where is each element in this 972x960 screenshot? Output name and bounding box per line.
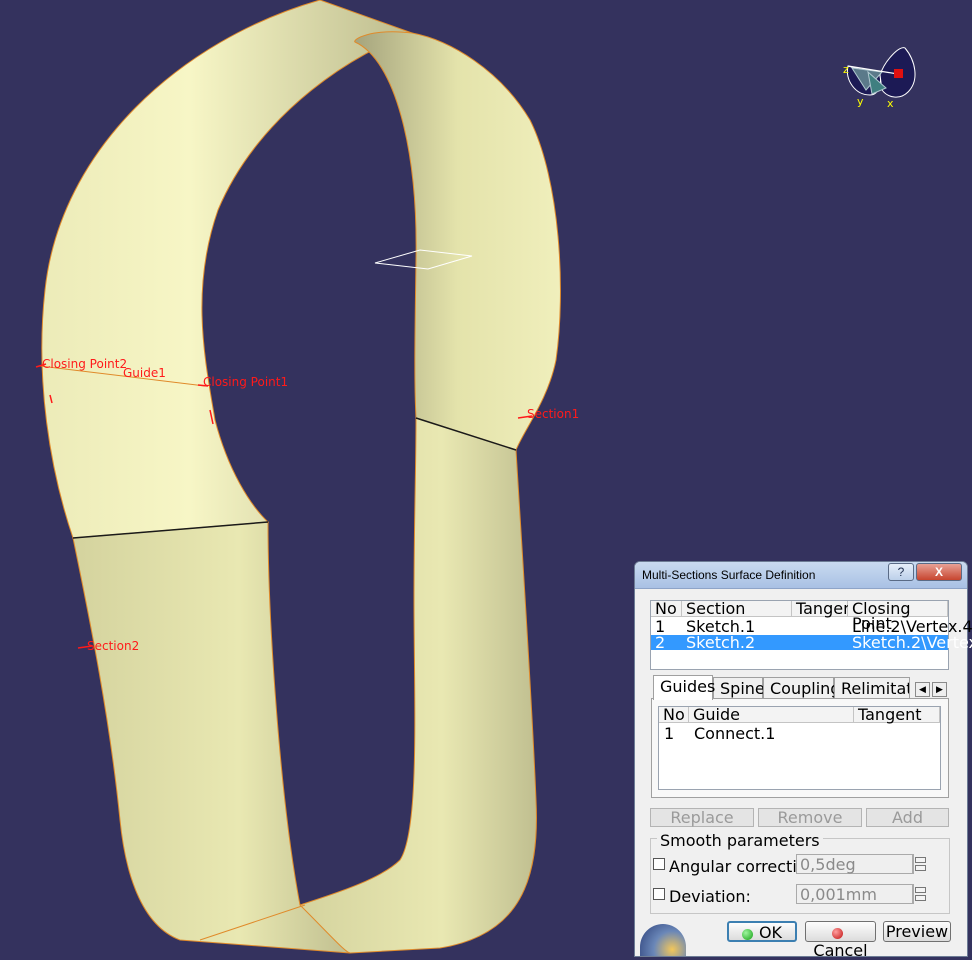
deviation-label: Deviation: bbox=[669, 887, 751, 906]
row-section: Sketch.2 bbox=[686, 633, 756, 652]
compass-z-label: z bbox=[843, 63, 849, 76]
help-button[interactable]: ? bbox=[888, 563, 914, 581]
closing-point2-label[interactable]: Closing Point2 bbox=[42, 357, 127, 371]
tab-scroll-right-icon[interactable]: ▶ bbox=[932, 682, 947, 697]
row-no: 1 bbox=[655, 617, 666, 636]
surface-band-left-lower bbox=[72, 521, 351, 954]
guides-table[interactable]: No Guide Tangent 1 Connect.1 bbox=[658, 706, 941, 790]
angular-correction-spinner[interactable] bbox=[912, 854, 929, 874]
close-button[interactable]: X bbox=[916, 563, 962, 581]
tab-scroll-left-icon[interactable]: ◀ bbox=[915, 682, 930, 697]
col-no[interactable]: No bbox=[651, 601, 682, 617]
cancel-label: Cancel bbox=[813, 941, 868, 960]
row-no: 1 bbox=[664, 724, 675, 743]
angular-correction-input[interactable]: 0,5deg bbox=[796, 854, 914, 874]
surface-band-right-lower bbox=[299, 417, 537, 954]
compass-icon[interactable]: z y x bbox=[843, 47, 916, 110]
deviation-checkbox[interactable] bbox=[653, 888, 665, 900]
row-closing-point: Sketch.2\Vertex.8 bbox=[852, 633, 972, 652]
tab-strip[interactable]: Guides Spine Coupling Relimitation bbox=[653, 675, 911, 700]
ok-icon bbox=[741, 929, 753, 940]
tab-relimitation[interactable]: Relimitation bbox=[834, 677, 910, 699]
replace-button[interactable]: Replace bbox=[650, 808, 754, 827]
spin-down-icon[interactable] bbox=[915, 865, 926, 871]
ok-label: OK bbox=[758, 923, 783, 942]
smooth-parameters-title: Smooth parameters bbox=[657, 831, 823, 850]
row-no: 2 bbox=[655, 633, 666, 652]
tab-coupling[interactable]: Coupling bbox=[763, 677, 840, 699]
col-section[interactable]: Section bbox=[682, 601, 792, 617]
remove-button[interactable]: Remove bbox=[758, 808, 862, 827]
dialog-titlebar[interactable]: Multi-Sections Surface Definition ? X bbox=[635, 562, 967, 589]
tab-guides[interactable]: Guides bbox=[653, 675, 715, 700]
col-guide[interactable]: Guide bbox=[689, 707, 854, 723]
row-section: Sketch.1 bbox=[686, 617, 756, 636]
cancel-button[interactable]: Cancel bbox=[805, 921, 876, 960]
surface-band-left bbox=[41, 0, 414, 539]
spin-down-icon[interactable] bbox=[915, 895, 926, 901]
ok-button[interactable]: OK bbox=[727, 921, 797, 942]
compass-x-label: x bbox=[887, 97, 894, 110]
section1-label[interactable]: Section1 bbox=[527, 407, 579, 421]
compass-y-label: y bbox=[857, 95, 864, 108]
dialog-title: Multi-Sections Surface Definition bbox=[642, 568, 816, 582]
surface-band-right bbox=[354, 31, 561, 451]
col-tangent[interactable]: Tangent bbox=[854, 707, 940, 723]
deviation-spinner[interactable] bbox=[912, 884, 929, 904]
cancel-icon bbox=[832, 928, 843, 939]
row-guide: Connect.1 bbox=[694, 724, 776, 743]
section2-label[interactable]: Section2 bbox=[87, 639, 139, 653]
col-no[interactable]: No bbox=[659, 707, 689, 723]
add-button[interactable]: Add bbox=[866, 808, 949, 827]
sections-table[interactable]: No Section Tangent Closing Point 1 Sketc… bbox=[650, 600, 972, 670]
table-row-selected[interactable]: 2 Sketch.2 Sketch.2\Vertex.8 bbox=[651, 633, 972, 652]
spin-up-icon[interactable] bbox=[915, 857, 926, 863]
col-tangent[interactable]: Tangent bbox=[792, 601, 859, 617]
deviation-input[interactable]: 0,001mm bbox=[796, 884, 914, 904]
closing-point1-label[interactable]: Closing Point1 bbox=[203, 375, 288, 389]
angular-correction-checkbox[interactable] bbox=[653, 858, 665, 870]
row-closing-point: Line.2\Vertex.4 bbox=[852, 617, 972, 636]
tab-spine[interactable]: Spine bbox=[713, 677, 765, 699]
preview-button[interactable]: Preview bbox=[883, 921, 951, 942]
guide1-label[interactable]: Guide1 bbox=[123, 366, 166, 380]
spin-up-icon[interactable] bbox=[915, 887, 926, 893]
col-closing-point[interactable]: Closing Point bbox=[848, 601, 948, 632]
